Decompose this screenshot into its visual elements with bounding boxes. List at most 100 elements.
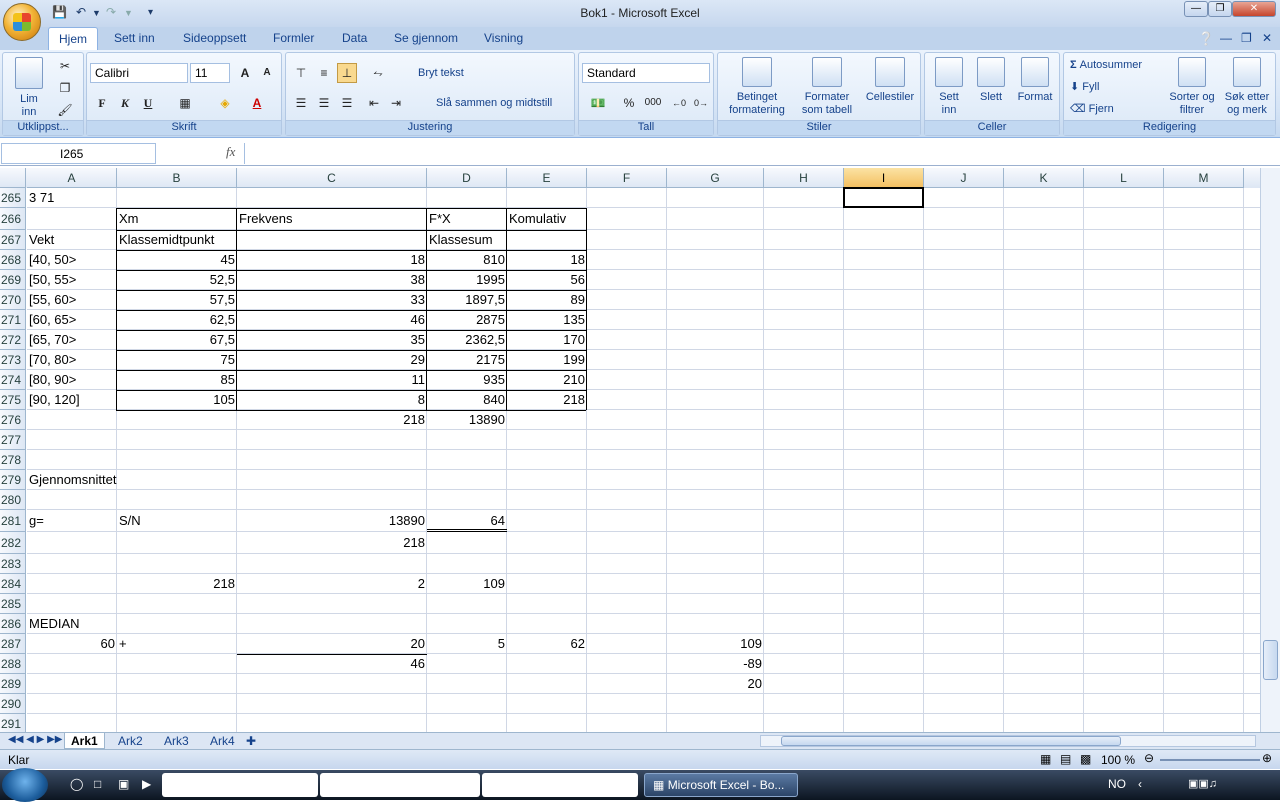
table-cell[interactable]: 29	[237, 350, 427, 370]
tab-hjem[interactable]: Hjem	[48, 27, 99, 50]
table-cell[interactable]: 210	[507, 370, 587, 390]
row-header-275[interactable]: 275	[0, 390, 26, 410]
table-cell[interactable]: [70, 80>	[27, 350, 117, 370]
row-header-270[interactable]: 270	[0, 290, 26, 310]
page-layout-view-icon[interactable]: ▤	[1060, 752, 1071, 766]
cut-icon[interactable]: ✂	[55, 56, 75, 76]
row-header-273[interactable]: 273	[0, 350, 26, 370]
align-top-icon[interactable]: ⊤	[291, 63, 311, 83]
font-size-select[interactable]: 11	[190, 63, 230, 83]
wrap-text-button[interactable]: Bryt tekst	[418, 67, 464, 80]
page-break-view-icon[interactable]: ▩	[1080, 752, 1091, 766]
zoom-level[interactable]: 100 %	[1101, 753, 1135, 767]
percent-button[interactable]: %	[619, 93, 639, 113]
table-cell[interactable]: 135	[507, 310, 587, 330]
format-painter-icon[interactable]: 🖌	[55, 100, 75, 120]
tab-visning[interactable]: Visning	[484, 31, 523, 45]
row-header-271[interactable]: 271	[0, 310, 26, 330]
table-cell[interactable]: 11	[237, 370, 427, 390]
cell-c288[interactable]: 46	[237, 654, 427, 674]
autosum-button[interactable]: Σ Autosummer	[1070, 59, 1142, 72]
table-cell[interactable]: 2362,5	[427, 330, 507, 350]
cell-a267[interactable]: Vekt	[27, 230, 117, 250]
row-header-272[interactable]: 272	[0, 330, 26, 350]
column-header-g[interactable]: G	[667, 168, 764, 188]
column-header-l[interactable]: L	[1084, 168, 1164, 188]
row-header-288[interactable]: 288	[0, 654, 26, 674]
cell-b287[interactable]: +	[117, 634, 237, 654]
copy-icon[interactable]: ❐	[55, 78, 75, 98]
table-cell[interactable]: [90, 120]	[27, 390, 117, 410]
table-cell[interactable]: 199	[507, 350, 587, 370]
column-header-c[interactable]: C	[237, 168, 427, 188]
row-header-286[interactable]: 286	[0, 614, 26, 634]
office-button[interactable]	[3, 3, 41, 41]
column-header-k[interactable]: K	[1004, 168, 1084, 188]
row-header-291[interactable]: 291	[0, 714, 26, 732]
cell-a287[interactable]: 60	[27, 634, 117, 654]
row-header-268[interactable]: 268	[0, 250, 26, 270]
row-header-280[interactable]: 280	[0, 490, 26, 510]
cell-c284[interactable]: 2	[237, 574, 427, 594]
formula-input[interactable]	[244, 143, 1264, 164]
row-header-266[interactable]: 266	[0, 208, 26, 230]
cell-g289[interactable]: 20	[667, 674, 764, 694]
decrease-indent-icon[interactable]: ⇤	[364, 93, 384, 113]
row-header-287[interactable]: 287	[0, 634, 26, 654]
zoom-out-icon[interactable]: ⊖	[1144, 751, 1154, 765]
sheet-tab-ark3[interactable]: Ark3	[158, 733, 195, 749]
zoom-in-icon[interactable]: ⊕	[1262, 751, 1272, 765]
horizontal-scroll-thumb[interactable]	[781, 736, 1121, 746]
align-middle-icon[interactable]: ≡	[314, 63, 334, 83]
row-header-267[interactable]: 267	[0, 230, 26, 250]
vertical-scroll-thumb[interactable]	[1263, 640, 1278, 680]
sheet-tab-ark2[interactable]: Ark2	[112, 733, 149, 749]
explorer-icon[interactable]: □	[86, 773, 109, 797]
ribbon-minimize-icon[interactable]: —	[1220, 31, 1232, 45]
table-cell[interactable]: 1897,5	[427, 290, 507, 310]
table-cell[interactable]: [65, 70>	[27, 330, 117, 350]
name-box[interactable]: I265	[1, 143, 156, 164]
number-format-select[interactable]: Standard	[582, 63, 710, 83]
tab-data[interactable]: Data	[342, 31, 367, 45]
cell-b281[interactable]: S/N	[117, 510, 237, 532]
normal-view-icon[interactable]: ▦	[1040, 752, 1051, 766]
table-cell[interactable]: 52,5	[117, 270, 237, 290]
cell-c287[interactable]: 20	[237, 634, 427, 654]
row-header-269[interactable]: 269	[0, 270, 26, 290]
table-cell[interactable]: 85	[117, 370, 237, 390]
cell-d284[interactable]: 109	[427, 574, 507, 594]
font-color-icon[interactable]: A	[247, 93, 267, 113]
align-bottom-icon[interactable]: ⊥	[337, 63, 357, 83]
font-name-select[interactable]: Calibri	[90, 63, 188, 83]
select-all-corner[interactable]	[0, 168, 26, 188]
table-cell[interactable]: 2875	[427, 310, 507, 330]
cell-c282[interactable]: 218	[237, 532, 427, 554]
cell-d267[interactable]: Klassesum	[427, 230, 507, 250]
table-cell[interactable]: [80, 90>	[27, 370, 117, 390]
insert-function-icon[interactable]: fx	[160, 144, 242, 163]
thousands-button[interactable]: 000	[641, 93, 665, 113]
sheet-tab-ark4[interactable]: Ark4	[204, 733, 241, 749]
vertical-scrollbar[interactable]	[1260, 168, 1280, 732]
row-header-278[interactable]: 278	[0, 450, 26, 470]
minimize-button[interactable]: —	[1184, 1, 1208, 17]
row-header-274[interactable]: 274	[0, 370, 26, 390]
restore-button[interactable]: ❐	[1208, 1, 1232, 17]
table-cell[interactable]: 840	[427, 390, 507, 410]
bold-button[interactable]: F	[92, 93, 112, 113]
increase-indent-icon[interactable]: ⇥	[386, 93, 406, 113]
fill-color-icon[interactable]: ◈	[215, 93, 235, 113]
table-cell[interactable]: 89	[507, 290, 587, 310]
column-header-d[interactable]: D	[427, 168, 507, 188]
cell-b266[interactable]: Xm	[117, 208, 237, 230]
paste-button[interactable]: Lim inn	[7, 57, 51, 119]
table-cell[interactable]: 2175	[427, 350, 507, 370]
format-as-table-button[interactable]: Formater som tabell	[794, 57, 860, 117]
sort-filter-button[interactable]: Sorter og filtrer	[1164, 57, 1220, 117]
table-cell[interactable]: 56	[507, 270, 587, 290]
table-cell[interactable]: 38	[237, 270, 427, 290]
taskbar-blank-1[interactable]	[162, 773, 318, 797]
row-header-285[interactable]: 285	[0, 594, 26, 614]
taskbar-excel[interactable]: ▦ Microsoft Excel - Bo...	[644, 773, 798, 797]
